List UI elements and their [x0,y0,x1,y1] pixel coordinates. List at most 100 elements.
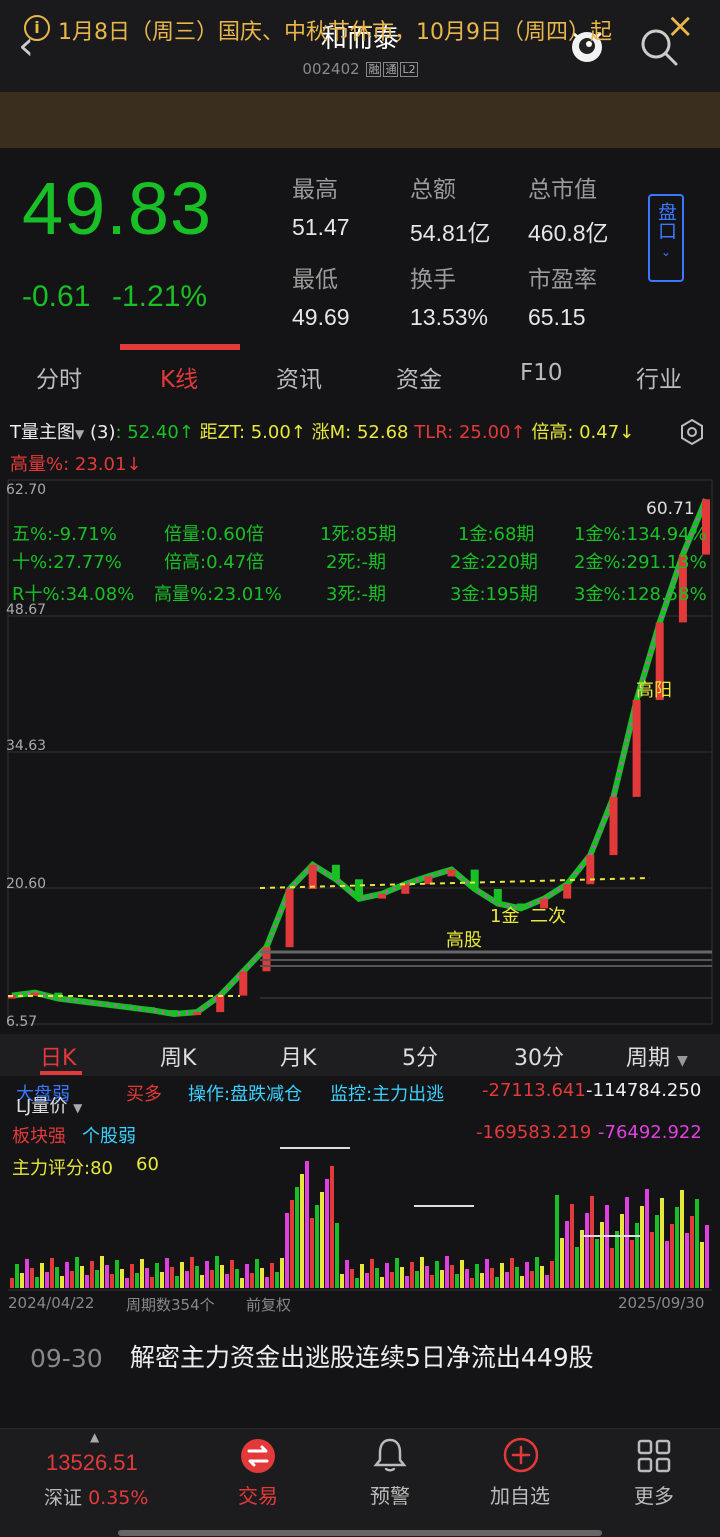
volume-bar [510,1258,514,1288]
candle [193,1012,202,1016]
vol-indicator-label: LJ量价 [16,1096,68,1117]
chart-stat: 3死:-期 [326,584,387,605]
volume-bar [460,1260,464,1288]
volume-bar [260,1268,264,1288]
volume-bar [390,1272,394,1288]
volume-bar [670,1224,674,1288]
volume-bar [110,1274,114,1288]
nav-more[interactable]: 更多 [604,1480,704,1509]
index-label[interactable]: 深证 0.35% [44,1483,148,1510]
grid-icon[interactable] [636,1438,672,1474]
volume-bar [180,1262,184,1288]
volume-bar [225,1274,229,1288]
news-title[interactable]: 解密主力资金出逃股连续5日净流出449股 [130,1338,594,1374]
candle [100,1001,109,1005]
volume-bar [105,1265,109,1288]
volume-bar [585,1213,589,1288]
volume-bar [665,1241,669,1288]
indicator-header[interactable]: T量主图▼ (3): 52.40↑ 距ZT: 5.00↑ 涨M: 52.68 T… [10,418,634,444]
order-book-button[interactable]: 盘口 ⌄ [648,194,684,282]
volume-chart[interactable] [0,1080,720,1296]
dropdown-icon[interactable]: ▼ [75,427,84,441]
nav-add-watchlist[interactable]: 加自选 [470,1480,570,1509]
settings-icon[interactable] [678,418,706,446]
tab-intraday[interactable]: 分时 [36,360,82,394]
volume-bar [190,1257,194,1288]
volume-bar [470,1278,474,1288]
period-count: 周期数354个 [126,1296,215,1314]
bell-icon[interactable] [372,1436,408,1474]
period-tab-30min[interactable]: 30分 [514,1040,564,1072]
tab-funds[interactable]: 资金 [396,360,442,394]
period-tab-month[interactable]: 月K [280,1040,316,1072]
volume-bar [615,1231,619,1288]
volume-bar [690,1216,694,1288]
trade-icon[interactable] [238,1436,278,1476]
volume-bar [50,1258,54,1288]
candle [609,796,618,856]
volume-bar [250,1273,254,1288]
tab-kline[interactable]: K线 [160,360,198,394]
nav-trade[interactable]: 交易 [208,1480,308,1509]
indicator-name[interactable]: T量主图 [10,422,75,443]
level2-tag: L2 [400,62,418,77]
candle [447,869,456,877]
volume-bar [40,1263,44,1288]
close-icon[interactable]: × [666,6,695,46]
nav-alert[interactable]: 预警 [340,1480,440,1509]
volume-bar [680,1190,684,1288]
tab-industry[interactable]: 行业 [636,360,682,394]
volume-bar [245,1264,249,1288]
volume-bar [360,1264,364,1288]
period-tab-week[interactable]: 周K [160,1040,196,1072]
candle [331,864,340,880]
indicator-value: 涨M: 52.68 [305,422,409,443]
volume-bar [80,1266,84,1288]
chart-stat: 十%:27.77% [12,552,122,573]
volume-bar [640,1206,644,1288]
volume-bar [275,1272,279,1288]
volume-bar [340,1274,344,1288]
stat-label: 最低 [292,267,338,293]
vol-value: -169583.219 [476,1122,592,1143]
vol-stock-state: 个股弱 [82,1126,136,1147]
chart-stat: 2金%:291.13% [574,552,707,573]
chart-stat: R十%:34.08% [12,584,135,605]
volume-bar [545,1275,549,1288]
volume-bar [385,1263,389,1288]
date-axis: 2024/04/22 周期数354个 前复权 2025/09/30 [0,1294,720,1314]
volume-bar [30,1268,34,1288]
volume-bar [320,1192,324,1288]
volume-bar [160,1272,164,1288]
volume-bar [580,1230,584,1288]
volume-bar [60,1276,64,1288]
volume-bar [395,1258,399,1288]
period-tab-day[interactable]: 日K [40,1040,76,1072]
caret-up-icon: ▲ [90,1430,100,1444]
volume-bar [165,1258,169,1288]
vol-score-b: 60 [136,1154,159,1175]
notice-text: 1月8日（周三）国庆、中秋节休市，10月9日（周四）起 [58,20,612,45]
connect-tag: 通 [383,62,399,77]
chart-stat: 1金%:134.94% [574,524,707,545]
period-tab-more[interactable]: 周期 ▼ [626,1040,688,1072]
period-tab-5min[interactable]: 5分 [402,1040,438,1072]
volume-bar [315,1205,319,1288]
current-price: 49.83 [22,167,213,250]
chart-annotation: 高股 [446,930,482,951]
chart-annotation: 1金 [490,906,519,927]
volume-bar [630,1240,634,1288]
volume-bar [550,1261,554,1288]
vol-operation: 操作:盘跌减仓 [188,1084,303,1105]
tab-news[interactable]: 资讯 [276,360,322,394]
candle [146,1007,155,1011]
volume-bar [555,1195,559,1288]
volume-bar [625,1197,629,1288]
vol-indicator-name[interactable]: LJ量价 ▼ [16,1092,82,1118]
index-value[interactable]: 13526.51 [46,1450,138,1476]
volume-bar [15,1264,19,1288]
price-change-pct: -1.21% [112,280,208,313]
add-circle-icon[interactable] [502,1436,540,1474]
volume-bar [85,1275,89,1288]
tab-f10[interactable]: F10 [520,360,563,386]
